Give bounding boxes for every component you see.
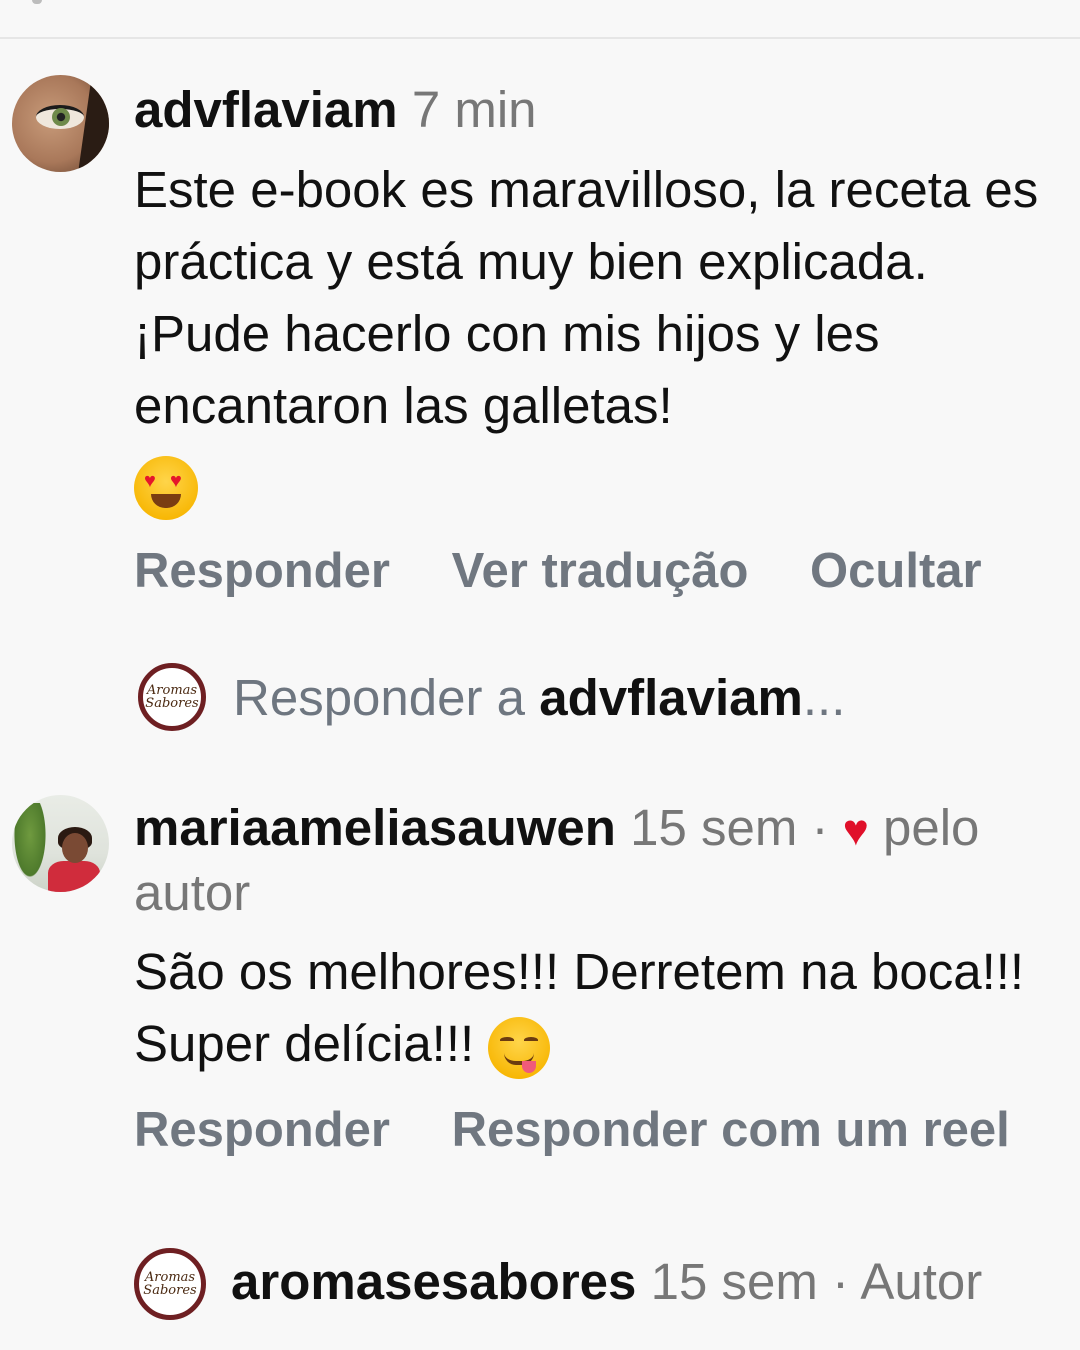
comment-actions: Responder Ver tradução Ocultar [134,543,982,599]
divider [0,37,1080,39]
comment-header: advflaviam 7 min [134,80,537,140]
see-translation-button[interactable]: Ver tradução [452,543,749,599]
timestamp: 15 sem [650,1253,818,1310]
avatar-shirt [48,861,100,892]
comment-text: São os melhores!!! Derretem na boca!!! S… [134,936,1054,1080]
yum-emoji-icon [488,1016,551,1079]
plant-icon [12,803,48,883]
reply-prompt-ellipsis: ... [802,669,846,726]
comment-text: Este e-book es maravilloso, la receta es… [134,154,1054,520]
timestamp: 15 sem [630,799,798,856]
aromas-sabores-logo-avatar: Aromas Sabores [138,663,206,731]
iris-icon [52,108,70,126]
username[interactable]: aromasesabores [231,1253,636,1310]
logo-text: Sabores [145,696,199,711]
hide-button[interactable]: Ocultar [810,543,982,599]
avatar-hair [77,75,109,172]
heart-eyes-emoji-icon: ♥ ♥ [134,455,198,520]
avatar-mariaameliasauwen[interactable] [12,795,109,892]
comment-header: aromasesabores 15 sem · Autor [231,1252,982,1312]
comment-body: São os melhores!!! Derretem na boca!!! S… [134,943,1025,1072]
avatar-advflaviam[interactable] [12,75,109,172]
separator-dot: · [832,1253,849,1310]
reply-button[interactable]: Responder [134,543,390,599]
reply-button[interactable]: Responder [134,1102,390,1158]
logo-text: Sabores [143,1283,197,1298]
timestamp: 7 min [411,81,537,138]
heart-icon: ♥ [842,806,869,855]
comment-actions: Responder Responder com um reel [134,1102,1010,1158]
reply-input-prompt[interactable]: Responder a advflaviam... [233,668,845,728]
top-edge-fragment [32,0,42,4]
comment-header: mariaameliasauwen 15 sem · ♥ pelo autor [134,797,1034,924]
avatar-face [62,833,88,863]
author-badge: Autor [860,1253,983,1310]
avatar-aromasesabores[interactable]: Aromas Sabores [134,1248,206,1320]
separator-dot: · [811,799,829,856]
reply-prompt-prefix: Responder a [233,669,540,726]
reply-with-reel-button[interactable]: Responder com um reel [452,1102,1010,1158]
username[interactable]: mariaameliasauwen [134,799,616,856]
comment-body: Este e-book es maravilloso, la receta es… [134,161,1039,434]
username[interactable]: advflaviam [134,81,398,138]
reply-prompt-target: advflaviam [539,669,803,726]
